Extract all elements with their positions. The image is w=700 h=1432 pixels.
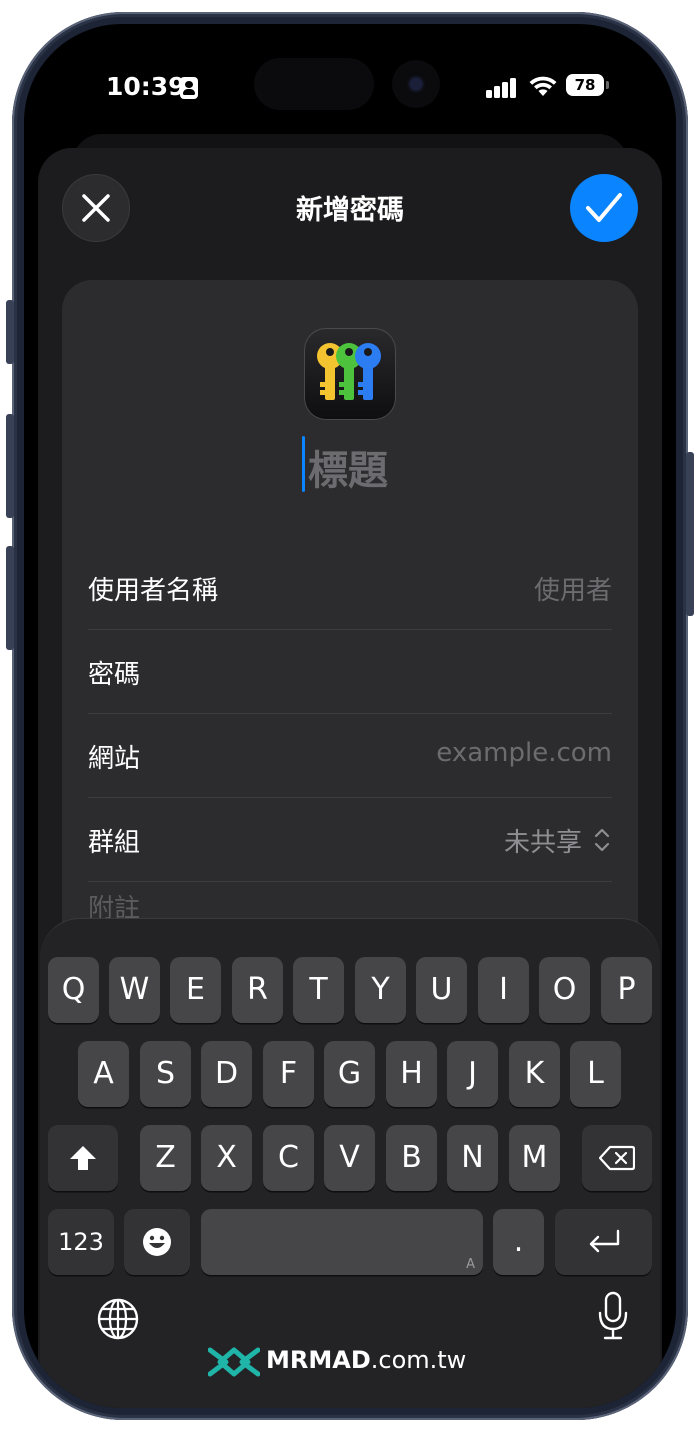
status-time: 10:39 <box>106 72 186 101</box>
checkmark-icon <box>586 193 622 222</box>
key[interactable]: J <box>447 1041 498 1107</box>
key[interactable]: Y <box>355 957 406 1023</box>
volume-up-button <box>6 414 14 518</box>
wifi-icon <box>529 76 557 96</box>
key[interactable]: T <box>293 957 344 1023</box>
key[interactable]: O <box>539 957 590 1023</box>
key[interactable]: M <box>509 1125 560 1191</box>
key[interactable]: E <box>170 957 221 1023</box>
key[interactable]: D <box>201 1041 252 1107</box>
key[interactable]: K <box>509 1041 560 1107</box>
key[interactable]: R <box>232 957 283 1023</box>
battery-tip <box>606 81 609 89</box>
key[interactable]: L <box>570 1041 621 1107</box>
cellular-signal-icon <box>486 78 518 98</box>
group-row[interactable]: 群組 未共享 <box>88 798 612 882</box>
key[interactable]: Q <box>48 957 99 1023</box>
password-form: 標題 使用者名稱 使用者 密碼 網站 example.com 群組 未共享 附註 <box>62 280 638 980</box>
key[interactable]: F <box>263 1041 314 1107</box>
space-key-hint: A <box>466 1257 475 1272</box>
id-card-icon <box>180 77 198 99</box>
key[interactable]: X <box>201 1125 252 1191</box>
website-row[interactable]: 網站 example.com <box>88 714 612 798</box>
camera-icon <box>392 60 440 108</box>
shift-key[interactable] <box>48 1125 118 1191</box>
return-icon <box>589 1229 619 1253</box>
battery-level: 78 <box>566 74 604 96</box>
dynamic-island <box>254 58 374 110</box>
emoji-key[interactable] <box>124 1209 190 1275</box>
volume-down-button <box>6 546 14 650</box>
key[interactable]: I <box>478 957 529 1023</box>
key[interactable]: B <box>386 1125 437 1191</box>
globe-icon[interactable] <box>96 1297 140 1341</box>
watermark-brand: MRMAD <box>266 1346 371 1374</box>
divider <box>88 881 612 882</box>
period-key[interactable]: . <box>493 1209 544 1275</box>
watermark-domain: .com.tw <box>370 1346 467 1374</box>
text-cursor <box>302 436 305 492</box>
power-button <box>686 452 694 616</box>
keys-icon <box>317 343 381 400</box>
key[interactable]: N <box>447 1125 498 1191</box>
done-button[interactable] <box>570 174 638 242</box>
username-field[interactable]: 使用者 <box>534 570 612 607</box>
key[interactable]: S <box>140 1041 191 1107</box>
key[interactable]: U <box>416 957 467 1023</box>
website-field[interactable]: example.com <box>436 738 612 768</box>
delete-icon <box>598 1145 636 1171</box>
chevron-up-down-icon <box>594 828 610 852</box>
space-key[interactable]: A <box>201 1209 483 1275</box>
return-key[interactable] <box>555 1209 652 1275</box>
website-label: 網站 <box>88 744 141 774</box>
delete-key[interactable] <box>582 1125 652 1191</box>
title-input[interactable]: 標題 <box>308 438 388 496</box>
group-select[interactable]: 未共享 <box>504 822 582 859</box>
key[interactable]: Z <box>140 1125 191 1191</box>
key[interactable]: G <box>324 1041 375 1107</box>
mrmad-logo-icon <box>208 1347 260 1377</box>
keyboard: Q W E R T Y U I O P A S D F G H J K L Z … <box>40 918 660 1408</box>
username-label: 使用者名稱 <box>88 576 219 606</box>
key[interactable]: H <box>386 1041 437 1107</box>
key[interactable]: A <box>78 1041 129 1107</box>
key[interactable]: V <box>324 1125 375 1191</box>
key[interactable]: P <box>601 957 652 1023</box>
key[interactable]: W <box>109 957 160 1023</box>
screen: 10:39 78 新增密碼 標題 使用者名稱 使用者 密碼 網站 example… <box>24 24 676 1408</box>
username-row[interactable]: 使用者名稱 使用者 <box>88 546 612 630</box>
microphone-icon[interactable] <box>596 1291 630 1341</box>
passwords-app-icon <box>304 328 396 420</box>
shift-icon <box>70 1146 96 1170</box>
group-value: 未共享 <box>503 828 582 858</box>
watermark-text: MRMAD.com.tw <box>266 1346 466 1374</box>
key[interactable]: C <box>263 1125 314 1191</box>
sheet-title: 新增密碼 <box>296 195 404 226</box>
emoji-icon <box>143 1228 171 1256</box>
numbers-key[interactable]: 123 <box>48 1209 114 1275</box>
close-icon <box>82 194 110 222</box>
action-button <box>6 300 14 364</box>
group-label: 群組 <box>88 828 141 858</box>
close-button[interactable] <box>62 174 130 242</box>
password-label: 密碼 <box>88 660 141 690</box>
password-row[interactable]: 密碼 <box>88 630 612 714</box>
